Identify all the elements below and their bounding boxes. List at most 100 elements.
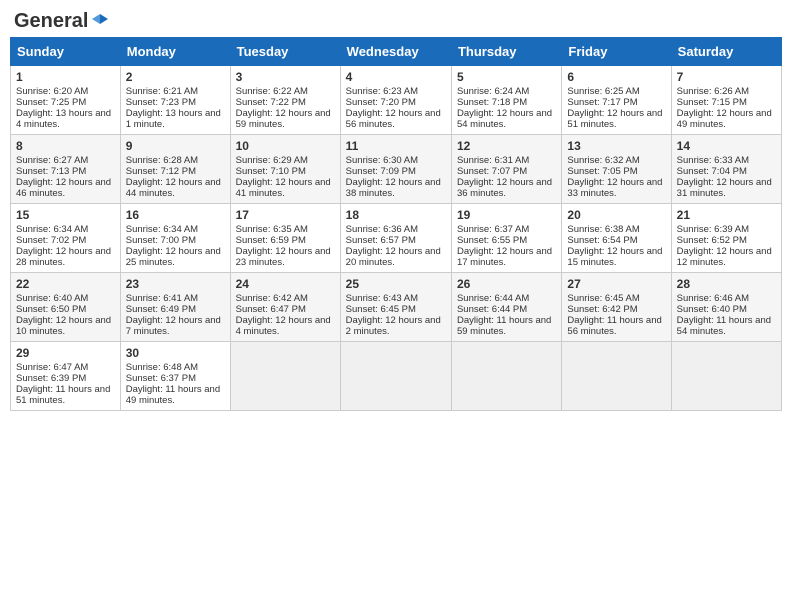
day-number: 29 — [16, 346, 115, 360]
sunrise-text: Sunrise: 6:24 AM — [457, 86, 529, 97]
daylight-text: Daylight: 12 hours and 51 minutes. — [567, 108, 662, 130]
calendar-cell: 25Sunrise: 6:43 AMSunset: 6:45 PMDayligh… — [340, 273, 451, 342]
sunrise-text: Sunrise: 6:40 AM — [16, 293, 88, 304]
sunset-text: Sunset: 6:55 PM — [457, 235, 527, 246]
calendar-cell: 21Sunrise: 6:39 AMSunset: 6:52 PMDayligh… — [671, 204, 781, 273]
calendar-cell — [562, 342, 671, 411]
day-header-monday: Monday — [120, 38, 230, 66]
day-number: 14 — [677, 139, 776, 153]
daylight-text: Daylight: 12 hours and 33 minutes. — [567, 177, 662, 199]
calendar-week-row: 8Sunrise: 6:27 AMSunset: 7:13 PMDaylight… — [11, 135, 782, 204]
day-number: 19 — [457, 208, 556, 222]
calendar-week-row: 15Sunrise: 6:34 AMSunset: 7:02 PMDayligh… — [11, 204, 782, 273]
calendar-cell: 12Sunrise: 6:31 AMSunset: 7:07 PMDayligh… — [451, 135, 561, 204]
daylight-text: Daylight: 11 hours and 54 minutes. — [677, 315, 771, 337]
sunrise-text: Sunrise: 6:32 AM — [567, 155, 639, 166]
daylight-text: Daylight: 11 hours and 56 minutes. — [567, 315, 661, 337]
sunrise-text: Sunrise: 6:28 AM — [126, 155, 198, 166]
day-number: 25 — [346, 277, 446, 291]
daylight-text: Daylight: 12 hours and 54 minutes. — [457, 108, 552, 130]
daylight-text: Daylight: 12 hours and 4 minutes. — [236, 315, 331, 337]
sunset-text: Sunset: 7:20 PM — [346, 97, 416, 108]
day-header-wednesday: Wednesday — [340, 38, 451, 66]
day-number: 13 — [567, 139, 665, 153]
sunrise-text: Sunrise: 6:21 AM — [126, 86, 198, 97]
sunset-text: Sunset: 6:42 PM — [567, 304, 637, 315]
logo-flag-icon — [90, 12, 110, 32]
calendar-cell: 17Sunrise: 6:35 AMSunset: 6:59 PMDayligh… — [230, 204, 340, 273]
calendar-header-row: SundayMondayTuesdayWednesdayThursdayFrid… — [11, 38, 782, 66]
calendar-cell: 30Sunrise: 6:48 AMSunset: 6:37 PMDayligh… — [120, 342, 230, 411]
sunset-text: Sunset: 7:13 PM — [16, 166, 86, 177]
sunrise-text: Sunrise: 6:36 AM — [346, 224, 418, 235]
calendar-week-row: 22Sunrise: 6:40 AMSunset: 6:50 PMDayligh… — [11, 273, 782, 342]
calendar-cell: 15Sunrise: 6:34 AMSunset: 7:02 PMDayligh… — [11, 204, 121, 273]
calendar-cell: 9Sunrise: 6:28 AMSunset: 7:12 PMDaylight… — [120, 135, 230, 204]
daylight-text: Daylight: 11 hours and 49 minutes. — [126, 384, 220, 406]
daylight-text: Daylight: 12 hours and 2 minutes. — [346, 315, 441, 337]
sunset-text: Sunset: 7:04 PM — [677, 166, 747, 177]
daylight-text: Daylight: 13 hours and 1 minute. — [126, 108, 221, 130]
sunrise-text: Sunrise: 6:27 AM — [16, 155, 88, 166]
sunset-text: Sunset: 7:00 PM — [126, 235, 196, 246]
sunrise-text: Sunrise: 6:37 AM — [457, 224, 529, 235]
daylight-text: Daylight: 12 hours and 28 minutes. — [16, 246, 111, 268]
sunrise-text: Sunrise: 6:46 AM — [677, 293, 749, 304]
calendar-cell: 11Sunrise: 6:30 AMSunset: 7:09 PMDayligh… — [340, 135, 451, 204]
calendar-cell: 29 Sunrise: 6:47 AMSunset: 6:39 PMDayligh… — [11, 342, 121, 411]
daylight-text: Daylight: 12 hours and 36 minutes. — [457, 177, 552, 199]
daylight-text: Daylight: 12 hours and 49 minutes. — [677, 108, 772, 130]
daylight-text: Daylight: 11 hours and 51 minutes. — [16, 384, 110, 406]
daylight-text: Daylight: 12 hours and 31 minutes. — [677, 177, 772, 199]
day-number: 3 — [236, 70, 335, 84]
calendar-cell: 27Sunrise: 6:45 AMSunset: 6:42 PMDayligh… — [562, 273, 671, 342]
sunset-text: Sunset: 7:17 PM — [567, 97, 637, 108]
day-number: 21 — [677, 208, 776, 222]
sunset-text: Sunset: 6:57 PM — [346, 235, 416, 246]
sunset-text: Sunset: 6:47 PM — [236, 304, 306, 315]
sunrise-text: Sunrise: 6:38 AM — [567, 224, 639, 235]
daylight-text: Daylight: 12 hours and 56 minutes. — [346, 108, 441, 130]
day-header-sunday: Sunday — [11, 38, 121, 66]
daylight-text: Daylight: 12 hours and 46 minutes. — [16, 177, 111, 199]
calendar-cell: 1Sunrise: 6:20 AMSunset: 7:25 PMDaylight… — [11, 66, 121, 135]
daylight-text: Daylight: 12 hours and 20 minutes. — [346, 246, 441, 268]
day-number: 23 — [126, 277, 225, 291]
sunrise-text: Sunrise: 6:47 AM — [16, 362, 88, 373]
sunset-text: Sunset: 7:22 PM — [236, 97, 306, 108]
daylight-text: Daylight: 12 hours and 10 minutes. — [16, 315, 111, 337]
calendar-cell — [671, 342, 781, 411]
calendar-cell — [340, 342, 451, 411]
calendar-cell: 10Sunrise: 6:29 AMSunset: 7:10 PMDayligh… — [230, 135, 340, 204]
day-number: 6 — [567, 70, 665, 84]
day-number: 5 — [457, 70, 556, 84]
day-number: 11 — [346, 139, 446, 153]
calendar-cell: 2Sunrise: 6:21 AMSunset: 7:23 PMDaylight… — [120, 66, 230, 135]
daylight-text: Daylight: 12 hours and 41 minutes. — [236, 177, 331, 199]
daylight-text: Daylight: 12 hours and 38 minutes. — [346, 177, 441, 199]
sunrise-text: Sunrise: 6:31 AM — [457, 155, 529, 166]
day-number: 30 — [126, 346, 225, 360]
sunrise-text: Sunrise: 6:34 AM — [16, 224, 88, 235]
sunrise-text: Sunrise: 6:34 AM — [126, 224, 198, 235]
calendar-cell — [451, 342, 561, 411]
day-number: 28 — [677, 277, 776, 291]
sunset-text: Sunset: 7:25 PM — [16, 97, 86, 108]
sunset-text: Sunset: 6:39 PM — [16, 373, 86, 384]
daylight-text: Daylight: 11 hours and 59 minutes. — [457, 315, 551, 337]
calendar-cell: 18Sunrise: 6:36 AMSunset: 6:57 PMDayligh… — [340, 204, 451, 273]
sunset-text: Sunset: 6:49 PM — [126, 304, 196, 315]
logo: General — [14, 10, 110, 29]
calendar-week-row: 29Sunrise: 6:47 AMSunset: 6:39 PMDayligh… — [11, 342, 782, 411]
day-number: 17 — [236, 208, 335, 222]
calendar-week-row: 1Sunrise: 6:20 AMSunset: 7:25 PMDaylight… — [11, 66, 782, 135]
daylight-text: Daylight: 13 hours and 4 minutes. — [16, 108, 111, 130]
day-number: 24 — [236, 277, 335, 291]
daylight-text: Daylight: 12 hours and 17 minutes. — [457, 246, 552, 268]
calendar-cell: 20Sunrise: 6:38 AMSunset: 6:54 PMDayligh… — [562, 204, 671, 273]
day-number: 1 — [16, 70, 115, 84]
sunset-text: Sunset: 7:10 PM — [236, 166, 306, 177]
day-header-thursday: Thursday — [451, 38, 561, 66]
calendar-cell: 26Sunrise: 6:44 AMSunset: 6:44 PMDayligh… — [451, 273, 561, 342]
calendar-table: SundayMondayTuesdayWednesdayThursdayFrid… — [10, 37, 782, 411]
